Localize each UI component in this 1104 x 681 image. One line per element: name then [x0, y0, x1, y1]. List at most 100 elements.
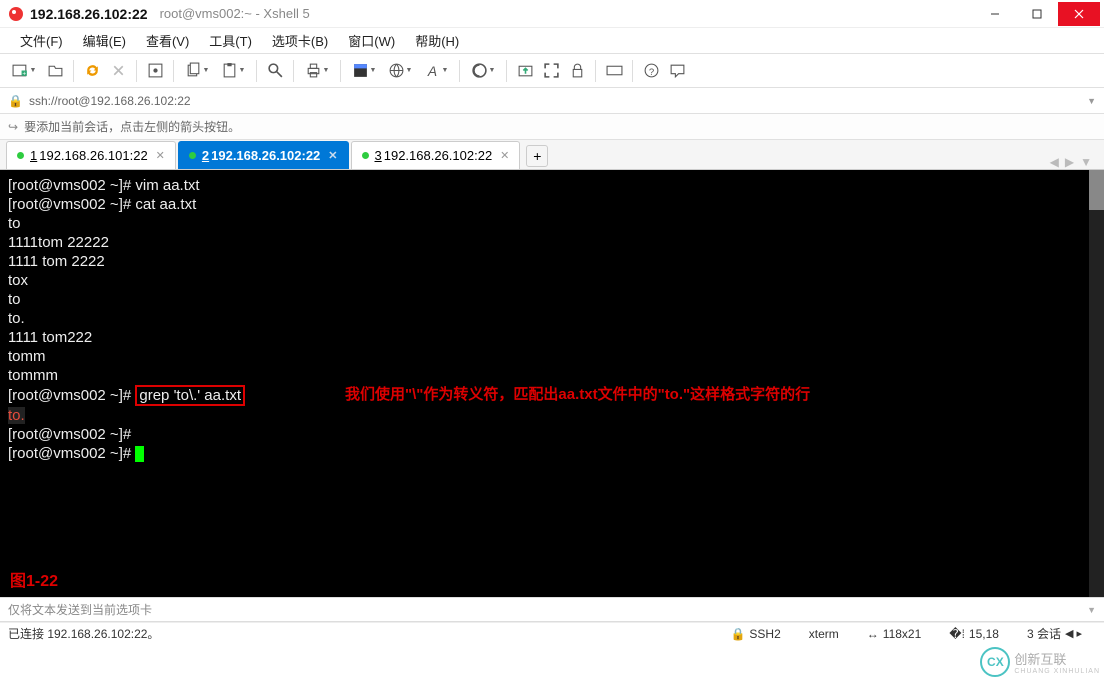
svg-text:A: A — [426, 63, 436, 79]
fullscreen-button[interactable] — [538, 58, 564, 84]
reconnect-button[interactable] — [79, 58, 105, 84]
lock-icon: 🔒 — [730, 627, 745, 641]
tab-nav: ◀ ▶ ▼ — [1050, 155, 1098, 169]
session-tab-1[interactable]: 1 192.168.26.101:22 ✕ — [6, 141, 176, 169]
terminal-line: to. — [8, 309, 1096, 328]
terminal-line: 1111tom 22222 — [8, 233, 1096, 252]
script-button[interactable]: ▼ — [465, 58, 501, 84]
menu-tabs[interactable]: 选项卡(B) — [262, 29, 338, 52]
status-dot-icon — [189, 152, 196, 159]
menu-help[interactable]: 帮助(H) — [405, 29, 469, 52]
app-icon — [8, 6, 24, 22]
terminal-line: tomm — [8, 347, 1096, 366]
svg-text:+: + — [22, 70, 26, 77]
status-term-type: xterm — [809, 627, 839, 641]
encoding-button[interactable]: ▼ — [382, 58, 418, 84]
status-cursor-pos: �⁞15,18 — [949, 627, 999, 641]
tab-close-icon[interactable]: ✕ — [328, 149, 337, 162]
terminal-line: 1111 tom222 — [8, 328, 1096, 347]
terminal-line: [root@vms002 ~]# — [8, 444, 1096, 463]
terminal-line: tommm — [8, 366, 1096, 385]
session-tab-2[interactable]: 2 192.168.26.102:22 ✕ — [178, 141, 349, 169]
feedback-button[interactable] — [664, 58, 690, 84]
tab-close-icon[interactable]: ✕ — [500, 149, 509, 162]
grid-icon: �⁞ — [949, 627, 965, 641]
terminal-line: 1111 tom 2222 — [8, 252, 1096, 271]
add-tab-button[interactable]: + — [526, 145, 548, 167]
open-button[interactable] — [42, 58, 68, 84]
maximize-button[interactable] — [1016, 2, 1058, 26]
figure-label: 图1-22 — [10, 572, 58, 591]
tab-prev-icon[interactable]: ◀ — [1050, 155, 1059, 169]
tab-label: 192.168.26.101:22 — [39, 148, 147, 163]
font-button[interactable]: A▼ — [418, 58, 454, 84]
tab-close-icon[interactable]: ✕ — [156, 149, 165, 162]
print-button[interactable]: ▼ — [299, 58, 335, 84]
new-session-button[interactable]: +▼ — [6, 58, 42, 84]
terminal-line: [root@vms002 ~]# — [8, 425, 1096, 444]
title-bar: 192.168.26.102:22 root@vms002:~ - Xshell… — [0, 0, 1104, 28]
tab-label: 192.168.26.102:22 — [211, 148, 320, 163]
menu-edit[interactable]: 编辑(E) — [73, 29, 136, 52]
lock-button[interactable] — [564, 58, 590, 84]
close-button[interactable] — [1058, 2, 1100, 26]
terminal-line: [root@vms002 ~]# cat aa.txt — [8, 195, 1096, 214]
terminal-line: [root@vms002 ~]# vim aa.txt — [8, 176, 1096, 195]
status-size: ↔118x21 — [867, 627, 921, 641]
minimize-button[interactable] — [974, 2, 1016, 26]
tab-label: 192.168.26.102:22 — [384, 148, 492, 163]
cursor-icon — [135, 446, 144, 462]
find-button[interactable] — [262, 58, 288, 84]
scrollbar-thumb[interactable] — [1089, 170, 1104, 210]
tab-list-icon[interactable]: ▼ — [1080, 155, 1092, 169]
session-tab-3[interactable]: 3 192.168.26.102:22 ✕ — [351, 141, 521, 169]
title-ip: 192.168.26.102:22 — [30, 6, 148, 22]
address-bar[interactable]: 🔒 ssh://root@192.168.26.102:22 ▼ — [0, 88, 1104, 114]
address-text: ssh://root@192.168.26.102:22 — [29, 94, 191, 108]
svg-text:?: ? — [648, 67, 653, 78]
menu-file[interactable]: 文件(F) — [10, 29, 73, 52]
terminal-line: to — [8, 290, 1096, 309]
terminal-area[interactable]: [root@vms002 ~]# vim aa.txt [root@vms002… — [0, 170, 1104, 597]
properties-button[interactable] — [142, 58, 168, 84]
help-button[interactable]: ? — [638, 58, 664, 84]
tab-bar: 1 192.168.26.101:22 ✕ 2 192.168.26.102:2… — [0, 140, 1104, 170]
paste-button[interactable]: ▼ — [215, 58, 251, 84]
terminal-line: tox — [8, 271, 1096, 290]
address-dropdown-icon[interactable]: ▼ — [1087, 96, 1096, 106]
menu-bar: 文件(F) 编辑(E) 查看(V) 工具(T) 选项卡(B) 窗口(W) 帮助(… — [0, 28, 1104, 54]
keyboard-button[interactable] — [601, 58, 627, 84]
tab-next-icon[interactable]: ▶ — [1065, 155, 1074, 169]
status-bar: 已连接 192.168.26.102:22。 🔒SSH2 xterm ↔118x… — [0, 622, 1104, 644]
menu-window[interactable]: 窗口(W) — [338, 29, 405, 52]
title-subtitle: root@vms002:~ - Xshell 5 — [160, 6, 310, 21]
status-connection: 已连接 192.168.26.102:22。 — [8, 625, 159, 642]
input-placeholder: 仅将文本发送到当前选项卡 — [8, 601, 152, 618]
tab-number: 2 — [202, 148, 209, 163]
tab-number: 1 — [30, 148, 37, 163]
toolbar: +▼ ▼ ▼ ▼ ▼ ▼ A▼ ▼ ? — [0, 54, 1104, 88]
watermark-logo-icon: CX — [980, 647, 1010, 677]
color-scheme-button[interactable]: ▼ — [346, 58, 382, 84]
tab-number: 3 — [375, 148, 382, 163]
terminal-line: to — [8, 214, 1096, 233]
lock-icon: 🔒 — [8, 94, 23, 108]
status-dot-icon — [17, 152, 24, 159]
annotation-text: 我们使用"\"作为转义符，匹配出aa.txt文件中的"to."这样格式字符的行 — [345, 385, 810, 404]
copy-button[interactable]: ▼ — [179, 58, 215, 84]
transfer-button[interactable] — [512, 58, 538, 84]
resize-icon: ↔ — [867, 627, 879, 641]
input-dropdown-icon[interactable]: ▼ — [1087, 605, 1096, 615]
terminal-line: to. — [8, 406, 1096, 425]
watermark-text: 创新互联 CHUANG XINHULIAN — [1014, 649, 1100, 675]
arrow-hint-icon[interactable]: ↪ — [8, 120, 18, 134]
terminal-scrollbar[interactable] — [1089, 170, 1104, 597]
send-input-bar[interactable]: 仅将文本发送到当前选项卡 ▼ — [0, 597, 1104, 622]
sessions-menu-icon[interactable]: ◀ ▸ — [1065, 627, 1082, 640]
status-protocol: 🔒SSH2 — [730, 627, 780, 641]
status-sessions: 3 会话 ◀ ▸ — [1027, 625, 1082, 642]
disconnect-button[interactable] — [105, 58, 131, 84]
menu-view[interactable]: 查看(V) — [136, 29, 199, 52]
hint-text: 要添加当前会话，点击左侧的箭头按钮。 — [24, 118, 240, 135]
menu-tools[interactable]: 工具(T) — [199, 29, 262, 52]
